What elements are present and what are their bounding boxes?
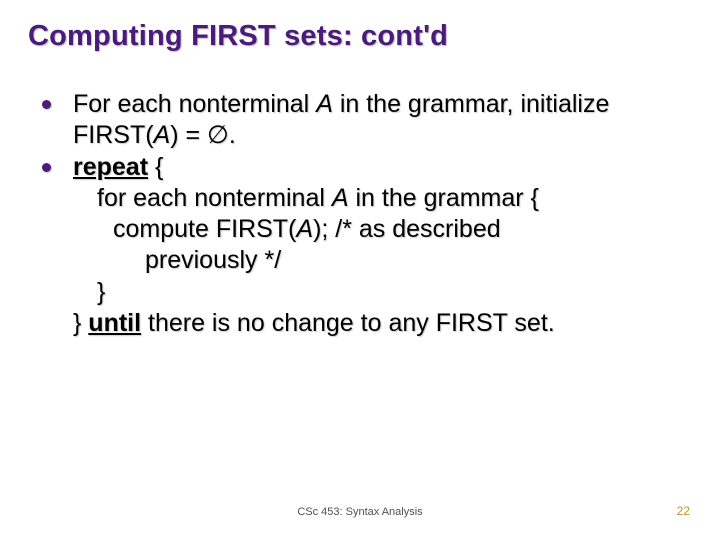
b2-for-A: A	[332, 184, 349, 212]
footer-center: CSc 453: Syntax Analysis	[0, 506, 720, 518]
b2-brace-open: {	[148, 153, 163, 181]
b2-tail: there is no change to any FIRST set.	[141, 309, 555, 337]
b1-a2: A	[154, 121, 171, 149]
kw-repeat: repeat	[73, 153, 148, 181]
bullet-item-1: For each nonterminal A in the grammar, i…	[42, 89, 686, 152]
b2-for-p2: in the grammar {	[349, 184, 539, 212]
b2-compute-line: compute FIRST(A); /* as described	[73, 214, 686, 245]
b2-prev-line: previously */	[73, 245, 686, 276]
bullet-icon	[42, 163, 51, 172]
b2-brace-close-inner: }	[73, 277, 686, 308]
slide-body: For each nonterminal A in the grammar, i…	[28, 89, 692, 339]
b2-for-p1: for each nonterminal	[97, 184, 332, 212]
b2-compute-p2: ); /* as described	[313, 215, 501, 243]
b1-p1: For each nonterminal	[73, 90, 316, 118]
bullet-icon	[42, 100, 51, 109]
b2-compute-p1: compute FIRST(	[113, 215, 296, 243]
bullet-item-2: repeat { for each nonterminal A in the g…	[42, 152, 686, 340]
bullet-2-text: repeat { for each nonterminal A in the g…	[73, 152, 686, 340]
kw-until: until	[88, 309, 141, 337]
page-number: 22	[677, 504, 690, 518]
b2-brace-close-outer: }	[73, 309, 88, 337]
b1-a1: A	[316, 90, 333, 118]
b2-for-line: for each nonterminal A in the grammar {	[73, 183, 686, 214]
slide-title: Computing FIRST sets: cont'd	[28, 20, 692, 53]
b1-p3: ) = ∅.	[170, 121, 236, 149]
bullet-1-text: For each nonterminal A in the grammar, i…	[73, 89, 686, 152]
b2-compute-A: A	[296, 215, 313, 243]
